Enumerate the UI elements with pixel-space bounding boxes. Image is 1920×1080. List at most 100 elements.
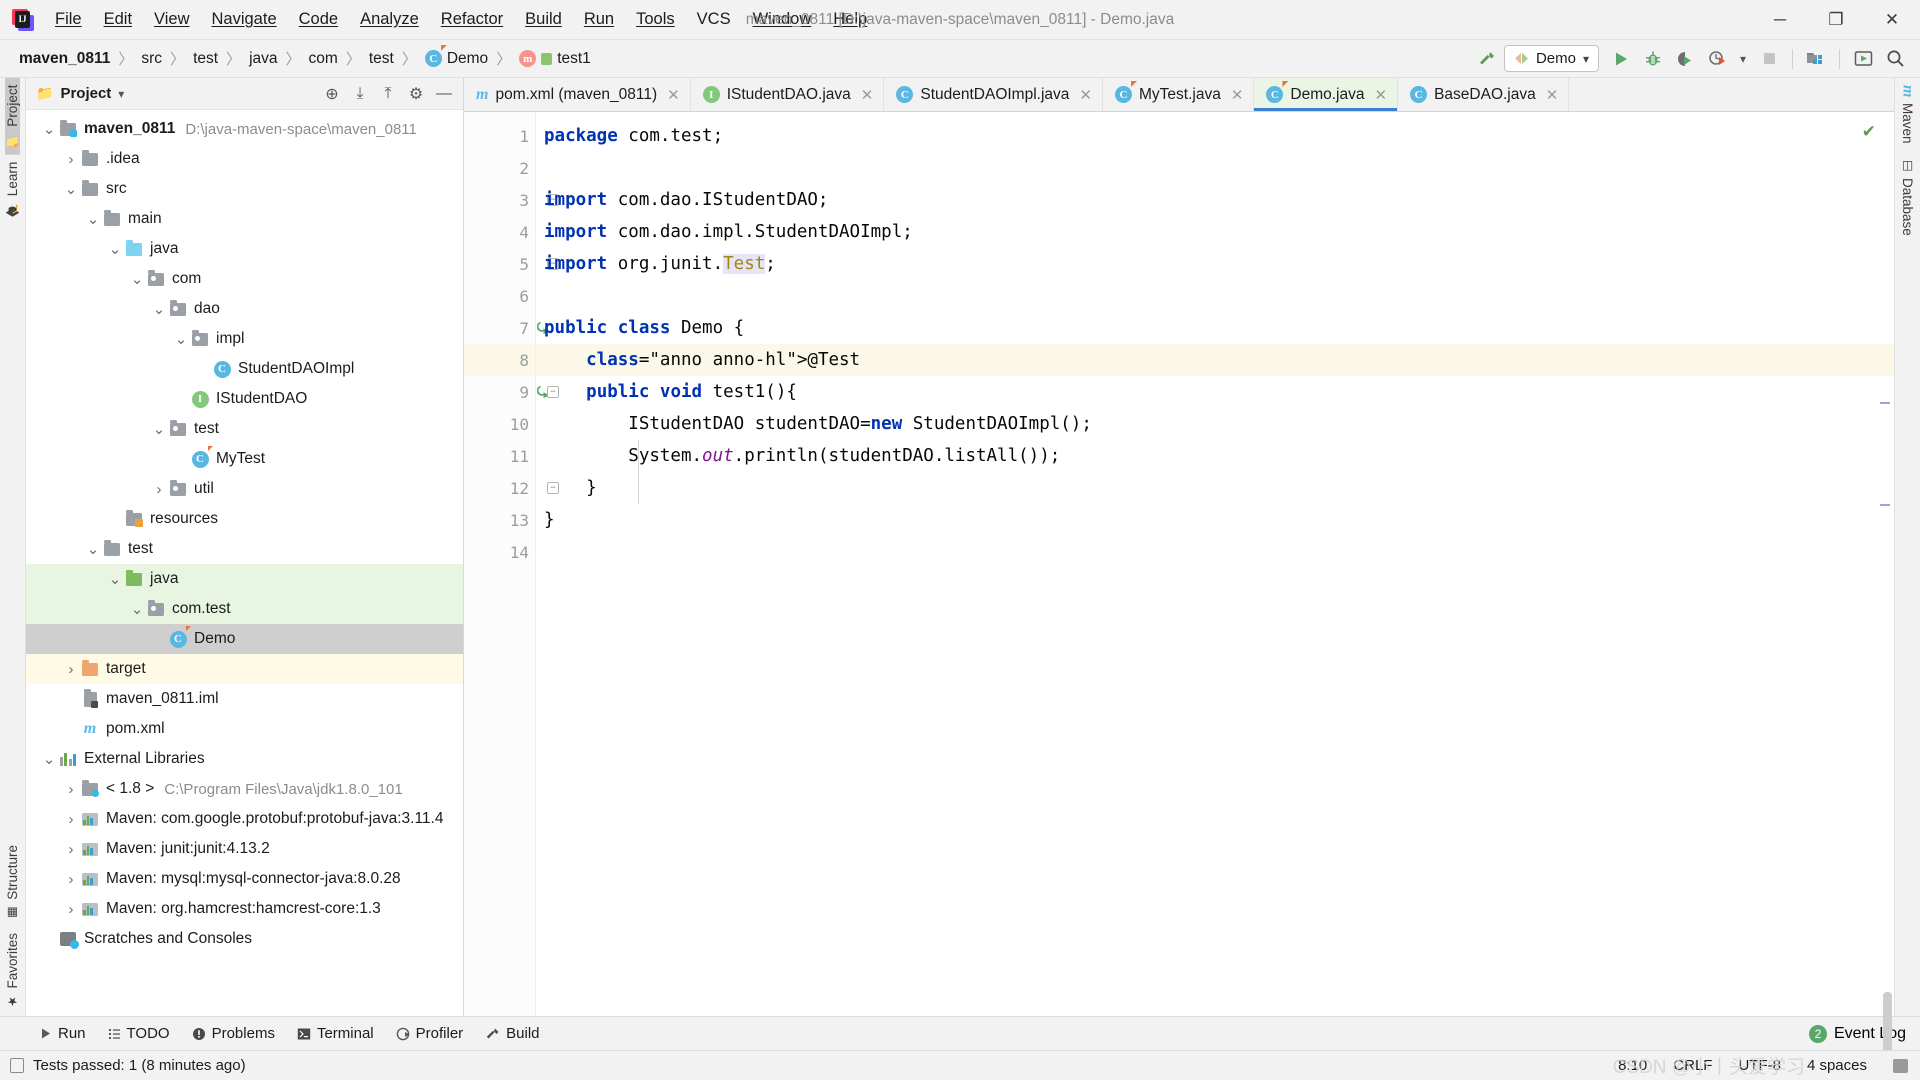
menu-vcs[interactable]: VCS [686,0,742,39]
code-line-3[interactable]: import com.dao.IStudentDAO; [536,184,1894,216]
expand-all-icon[interactable]: ⤓ [347,82,373,106]
editor-tab-istudentdao-java[interactable]: I IStudentDAO.java ✕ [691,78,885,111]
line-number-13[interactable]: 13 [464,504,535,536]
menu-refactor[interactable]: Refactor [430,0,514,39]
menu-window[interactable]: Window [742,0,823,39]
menu-code[interactable]: Code [288,0,349,39]
sidebar-item-maven[interactable]: m Maven [1899,78,1917,151]
project-structure-icon[interactable] [1801,45,1831,73]
code-line-14[interactable] [536,536,1894,568]
code-line-4[interactable]: import com.dao.impl.StudentDAOImpl; [536,216,1894,248]
tool-button-run[interactable]: Run [30,1021,95,1046]
chevron-down-icon[interactable]: ⌄ [172,330,190,348]
main-toolbar[interactable]: Demo ▾ ▾ [1472,45,1920,73]
line-separator[interactable]: CRLF [1673,1057,1712,1074]
tree-node-maven-mysql-mysql-connector-java-8-0-28[interactable]: › Maven: mysql:mysql-connector-java:8.0.2… [26,864,463,894]
breadcrumb-item-java[interactable]: java [244,48,282,70]
chevron-right-icon[interactable]: › [62,811,80,828]
caret-position[interactable]: 8:10 [1618,1057,1647,1074]
breadcrumb-item-project[interactable]: maven_0811 [14,48,115,70]
code-content[interactable]: ✔ package com.test; import com.dao.IStud… [536,112,1894,1016]
profiler-icon[interactable] [1702,45,1732,73]
editor-tab-studentdaoimpl-java[interactable]: C StudentDAOImpl.java ✕ [884,78,1103,111]
sidebar-item-database[interactable]: ◫ Database [1900,151,1915,243]
select-opened-file-icon[interactable]: ⊕ [319,82,345,106]
hide-panel-icon[interactable]: — [431,82,457,106]
chevron-right-icon[interactable]: › [62,661,80,678]
run-icon[interactable] [1606,45,1636,73]
chevron-down-icon[interactable]: ⌄ [150,300,168,318]
breadcrumb-item-test1[interactable]: m test1 [514,48,596,70]
chevron-down-icon[interactable]: ⌄ [62,180,80,198]
editor-tab-bar[interactable]: m pom.xml (maven_0811) ✕ I IStudentDAO.java ✕… [464,78,1894,112]
line-number-4[interactable]: 4 [464,216,535,248]
code-line-11[interactable]: System.out.println(studentDAO.listAll())… [536,440,1894,472]
chevron-down-icon[interactable]: ⌄ [84,210,102,228]
close-icon[interactable]: ✕ [1546,86,1559,104]
line-number-8[interactable]: 8 [464,344,535,376]
breadcrumb-item-com[interactable]: com [304,48,343,70]
close-icon[interactable]: ✕ [1375,86,1388,104]
write-access-icon[interactable] [1893,1058,1908,1073]
tree-node-test[interactable]: ⌄ test [26,534,463,564]
menu-help[interactable]: Help [822,0,878,39]
breadcrumb-item-src[interactable]: src [136,48,167,70]
sidebar-item-structure[interactable]: ▦ Structure [5,838,20,927]
tool-button-build[interactable]: Build [476,1021,548,1046]
settings-gear-icon[interactable]: ⚙ [403,82,429,106]
sidebar-item-favorites[interactable]: ★ Favorites [5,926,20,1016]
stop-icon[interactable] [1754,45,1784,73]
chevron-down-icon[interactable]: ▾ [1734,45,1752,73]
tree-node-pom-xml[interactable]: m pom.xml [26,714,463,744]
project-panel-actions[interactable]: ⊕ ⤓ ⤒ ⚙ — [319,82,457,106]
tree-node-maven-junit-junit-4-13-2[interactable]: › Maven: junit:junit:4.13.2 [26,834,463,864]
close-icon[interactable]: ✕ [861,86,874,104]
code-line-5[interactable]: import org.junit.Test; [536,248,1894,280]
tree-node-istudentdao[interactable]: I IStudentDAO [26,384,463,414]
menu-edit[interactable]: Edit [93,0,143,39]
code-line-6[interactable] [536,280,1894,312]
breadcrumb-item-test2[interactable]: test [364,48,399,70]
tree-node-main[interactable]: ⌄ main [26,204,463,234]
line-number-7[interactable]: 7 [464,312,550,344]
line-number-2[interactable]: 2 [464,152,535,184]
code-line-9[interactable]: public void test1(){ [536,376,1894,408]
code-editor[interactable]: 1 2 3−4 5−6 7 8 9−10 11 12−13 14 ✔ package com.te… [464,112,1894,1080]
tree-node-scratches-and-consoles[interactable]: Scratches and Consoles [26,924,463,954]
tree-node-java[interactable]: ⌄ java [26,234,463,264]
line-number-6[interactable]: 6 [464,280,535,312]
tree-node-mytest[interactable]: C MyTest [26,444,463,474]
breadcrumb-item-test[interactable]: test [188,48,223,70]
close-icon[interactable]: ✕ [1079,86,1092,104]
chevron-right-icon[interactable]: › [62,151,80,168]
line-number-5[interactable]: 5− [464,248,559,280]
chevron-down-icon[interactable]: ▾ [118,87,124,101]
chevron-right-icon[interactable]: › [62,901,80,918]
chevron-down-icon[interactable]: ⌄ [40,750,58,768]
tree-node-com-test[interactable]: ⌄ com.test [26,594,463,624]
line-number-3[interactable]: 3− [464,184,559,216]
tree-node-util[interactable]: › util [26,474,463,504]
editor-tab-basedao-java[interactable]: C BaseDAO.java ✕ [1398,78,1570,111]
chevron-right-icon[interactable]: › [62,781,80,798]
menu-build[interactable]: Build [514,0,573,39]
close-icon[interactable]: ✕ [1231,86,1244,104]
event-log-button[interactable]: 2 Event Log [1808,1024,1920,1043]
chevron-down-icon[interactable]: ⌄ [84,540,102,558]
search-everywhere-icon[interactable] [1880,45,1910,73]
status-bar-right[interactable]: 8:10 CRLF UTF-8 4 spaces [1618,1057,1920,1074]
chevron-down-icon[interactable]: ⌄ [40,120,58,138]
close-icon[interactable]: ✕ [667,86,680,104]
editor-gutter[interactable]: 1 2 3−4 5−6 7 8 9−10 11 12−13 14 [464,112,559,1016]
tree-node-java[interactable]: ⌄ java [26,564,463,594]
line-number-10[interactable]: 10 [464,408,535,440]
chevron-right-icon[interactable]: › [62,841,80,858]
tree-node-test[interactable]: ⌄ test [26,414,463,444]
indent-setting[interactable]: 4 spaces [1807,1057,1867,1074]
project-tree[interactable]: ⌄ maven_0811 D:\java-maven-space\maven_081… [26,110,463,1016]
status-message[interactable]: Tests passed: 1 (8 minutes ago) [33,1057,246,1074]
run-configuration-selector[interactable]: Demo ▾ [1503,45,1599,72]
tree-node-external-libraries[interactable]: ⌄ External Libraries [26,744,463,774]
menu-tools[interactable]: Tools [625,0,686,39]
tree-node-resources[interactable]: resources [26,504,463,534]
